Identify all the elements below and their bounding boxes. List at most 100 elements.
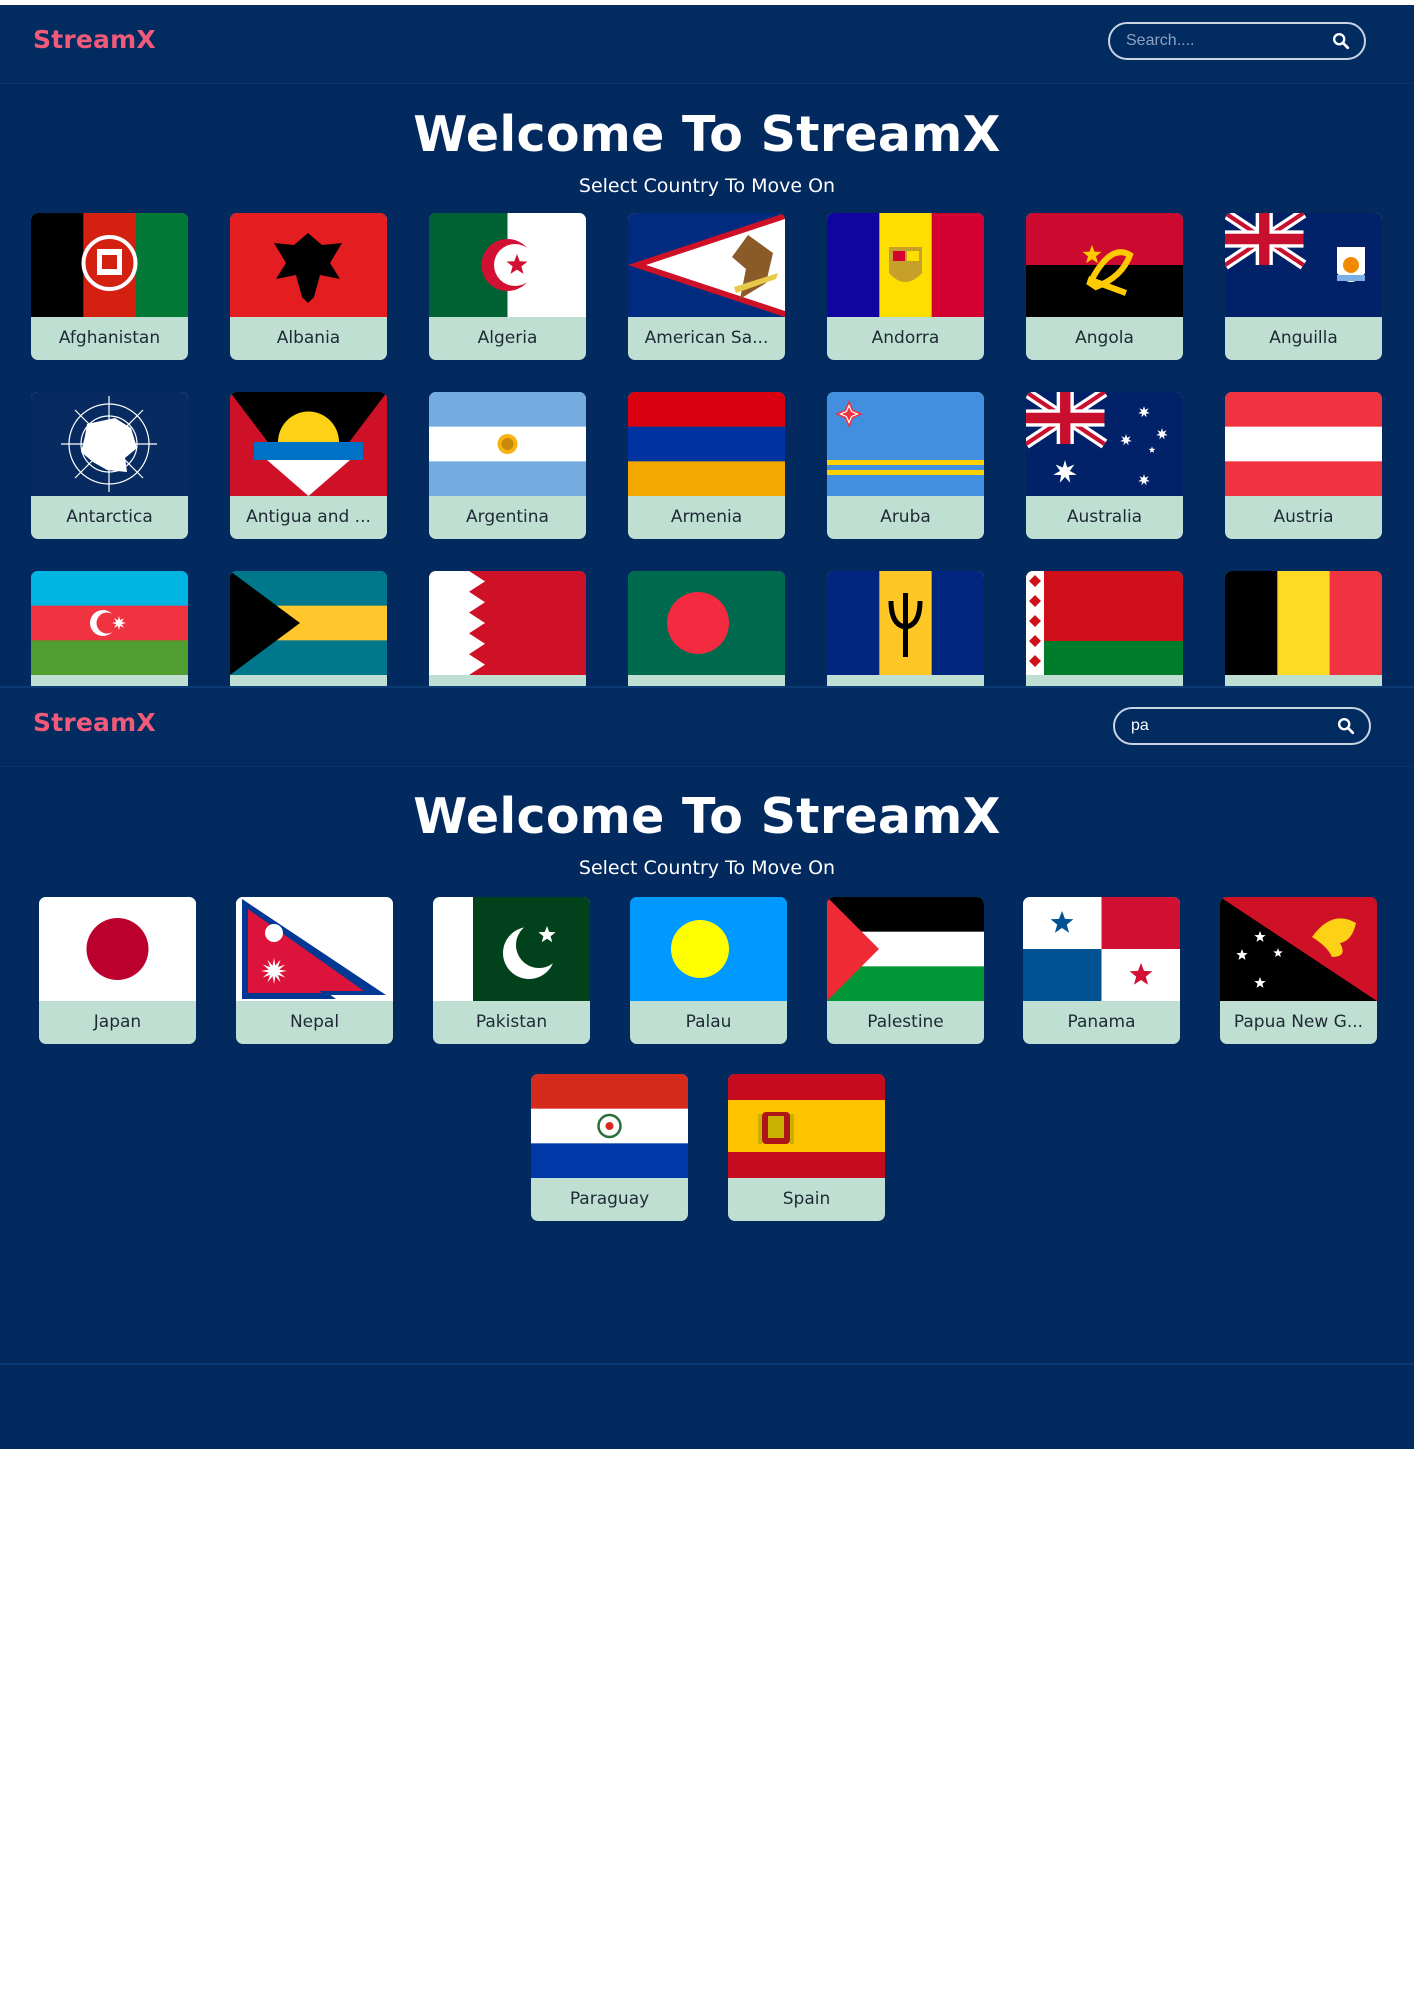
country-card-ar[interactable]: Argentina [429, 392, 586, 539]
country-name: Argentina [466, 507, 549, 527]
country-name: Antigua and ... [246, 507, 371, 527]
country-name: Albania [276, 328, 341, 348]
country-card-az[interactable] [31, 571, 188, 688]
country-name: Panama [1067, 1012, 1136, 1032]
search-input[interactable] [1131, 709, 1331, 743]
country-name: Aruba [880, 507, 931, 527]
country-card-bs[interactable] [230, 571, 387, 688]
country-name: Paraguay [569, 1189, 650, 1209]
flag-image [628, 392, 785, 496]
country-card-jp[interactable]: Japan [39, 897, 196, 1044]
flag-image [230, 392, 387, 496]
page-subtitle: Select Country To Move On [578, 175, 836, 197]
flag-image [39, 897, 196, 1001]
flag-image [827, 571, 984, 675]
country-card-bb[interactable] [827, 571, 984, 688]
country-card-ai[interactable]: Anguilla [1225, 213, 1382, 360]
country-card-al[interactable]: Albania [230, 213, 387, 360]
country-card-aw[interactable]: Aruba [827, 392, 984, 539]
country-name: Armenia [670, 507, 743, 527]
flag-image [31, 213, 188, 317]
flag-image [433, 897, 590, 1001]
flag-image [1026, 213, 1183, 317]
country-card-at[interactable]: Austria [1225, 392, 1382, 539]
country-name: American Sa... [644, 328, 769, 348]
page-subtitle: Select Country To Move On [578, 857, 836, 879]
country-card-as[interactable]: American Sa... [628, 213, 785, 360]
country-card-bh[interactable] [429, 571, 586, 688]
country-name: Antarctica [66, 507, 153, 527]
flag-image [728, 1074, 885, 1178]
country-card-am[interactable]: Armenia [628, 392, 785, 539]
country-name: Andorra [871, 328, 940, 348]
country-name: Nepal [289, 1012, 340, 1032]
country-card-ao[interactable]: Angola [1026, 213, 1183, 360]
flag-image [31, 571, 188, 675]
country-name: Palestine [867, 1012, 944, 1032]
page-title: Welcome To StreamX [413, 788, 1001, 845]
country-name: Austria [1273, 507, 1334, 527]
page-title: Welcome To StreamX [413, 106, 1001, 163]
footer-divider [0, 1363, 1414, 1365]
country-card-pk[interactable]: Pakistan [433, 897, 590, 1044]
country-card-bd[interactable] [628, 571, 785, 688]
country-card-pa[interactable]: Panama [1023, 897, 1180, 1044]
country-name: Australia [1066, 507, 1143, 527]
flag-image [1026, 392, 1183, 496]
country-card-ag[interactable]: Antigua and ... [230, 392, 387, 539]
flag-image [1023, 897, 1180, 1001]
country-card-pw[interactable]: Palau [630, 897, 787, 1044]
country-card-ps[interactable]: Palestine [827, 897, 984, 1044]
country-name: Japan [93, 1012, 142, 1032]
country-card-es[interactable]: Spain [728, 1074, 885, 1221]
country-card-aq[interactable]: Antarctica [31, 392, 188, 539]
flag-image [230, 213, 387, 317]
country-name: Angola [1075, 328, 1134, 348]
flag-image [1026, 571, 1183, 675]
country-card-pg[interactable]: Papua New G... [1220, 897, 1377, 1044]
country-name: Algeria [477, 328, 538, 348]
country-name: Anguilla [1269, 328, 1338, 348]
brand-logo[interactable]: StreamX [33, 708, 156, 737]
country-name: Papua New G... [1233, 1012, 1364, 1032]
country-card-by[interactable] [1026, 571, 1183, 688]
flag-image [1225, 213, 1382, 317]
flag-image [628, 571, 785, 675]
country-card-au[interactable]: Australia [1026, 392, 1183, 539]
country-name: Afghanistan [58, 328, 161, 348]
search-input[interactable] [1126, 24, 1326, 58]
country-name: Pakistan [475, 1012, 548, 1032]
flag-image [236, 897, 393, 1001]
screen-unfiltered: StreamX Welcome To StreamX Select Countr… [0, 5, 1414, 688]
country-name: Spain [782, 1189, 831, 1209]
country-card-py[interactable]: Paraguay [531, 1074, 688, 1221]
flag-image [1225, 571, 1382, 675]
country-card-ad[interactable]: Andorra [827, 213, 984, 360]
flag-image [630, 897, 787, 1001]
search-icon[interactable] [1337, 717, 1355, 735]
flag-image [429, 571, 586, 675]
screen-filtered: StreamX Welcome To StreamX Select Countr… [0, 688, 1414, 1449]
flag-image [429, 213, 586, 317]
search-box[interactable] [1108, 22, 1366, 60]
search-box[interactable] [1113, 707, 1371, 745]
navbar: StreamX [0, 5, 1414, 84]
country-name: Palau [685, 1012, 732, 1032]
country-card-be[interactable] [1225, 571, 1382, 688]
flag-image [1225, 392, 1382, 496]
brand-logo[interactable]: StreamX [33, 25, 156, 54]
flag-image [628, 213, 785, 317]
flag-image [31, 392, 188, 496]
country-card-af[interactable]: Afghanistan [31, 213, 188, 360]
flag-image [1220, 897, 1377, 1001]
flag-image [429, 392, 586, 496]
flag-image [827, 213, 984, 317]
country-card-np[interactable]: Nepal [236, 897, 393, 1044]
flag-image [827, 897, 984, 1001]
country-card-dz[interactable]: Algeria [429, 213, 586, 360]
navbar: StreamX [0, 688, 1414, 767]
flag-image [230, 571, 387, 675]
flag-image [531, 1074, 688, 1178]
flag-image [827, 392, 984, 496]
search-icon[interactable] [1332, 32, 1350, 50]
